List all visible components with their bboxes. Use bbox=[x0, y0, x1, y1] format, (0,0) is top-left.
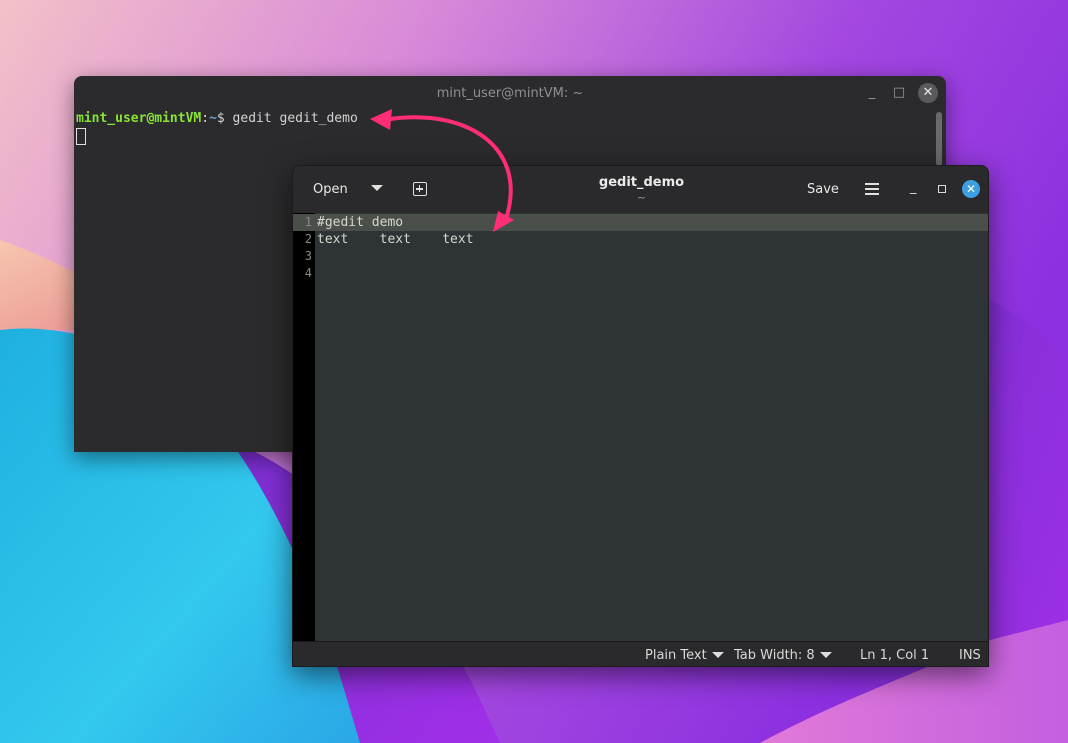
terminal-title: mint_user@mintVM: ~ bbox=[436, 86, 584, 101]
insert-mode[interactable]: INS bbox=[959, 648, 981, 663]
save-button[interactable]: Save bbox=[801, 176, 845, 203]
gedit-window[interactable]: Open gedit_demo ~ Save _ ✕ 1 #gedit demo… bbox=[292, 165, 989, 667]
chevron-down-icon bbox=[819, 651, 832, 658]
chevron-down-icon bbox=[711, 651, 724, 658]
minimize-icon[interactable]: _ bbox=[910, 180, 917, 195]
line-number: 1 bbox=[304, 215, 312, 229]
terminal-scrollbar[interactable] bbox=[936, 112, 942, 166]
line-number: 2 bbox=[304, 232, 312, 246]
editor-line[interactable]: 1 #gedit demo bbox=[293, 214, 988, 231]
prompt-symbol: $ bbox=[216, 111, 233, 126]
line-text: text text text bbox=[317, 232, 474, 247]
terminal-cursor bbox=[76, 128, 86, 145]
language-selector[interactable]: Plain Text bbox=[645, 648, 724, 663]
editor-line[interactable]: 2 text text text bbox=[293, 231, 988, 248]
terminal-output[interactable]: mint_user@mintVM:~$ gedit gedit_demo bbox=[76, 110, 358, 145]
document-path: ~ bbox=[636, 191, 647, 204]
line-number: 3 bbox=[304, 249, 312, 263]
editor-line[interactable]: 4 bbox=[293, 265, 988, 282]
line-number: 4 bbox=[304, 266, 312, 280]
terminal-titlebar[interactable]: mint_user@mintVM: ~ _ □ ✕ bbox=[74, 76, 946, 110]
status-bar: Plain Text Tab Width: 8 Ln 1, Col 1 INS bbox=[293, 641, 988, 666]
tab-width-label: Tab Width: 8 bbox=[734, 648, 815, 663]
terminal-command: gedit gedit_demo bbox=[232, 111, 358, 126]
document-title: gedit_demo bbox=[598, 175, 685, 190]
minimize-icon[interactable]: _ bbox=[864, 85, 880, 101]
cursor-position[interactable]: Ln 1, Col 1 bbox=[860, 648, 929, 663]
editor-line[interactable]: 3 bbox=[293, 248, 988, 265]
prompt-path: ~ bbox=[209, 111, 217, 126]
close-icon[interactable]: ✕ bbox=[918, 83, 938, 103]
close-icon[interactable]: ✕ bbox=[962, 180, 980, 198]
hamburger-menu-icon[interactable] bbox=[865, 183, 879, 195]
prompt-user: mint_user@mintVM bbox=[76, 111, 202, 126]
line-text: #gedit demo bbox=[317, 215, 404, 230]
prompt-separator: : bbox=[201, 111, 210, 126]
maximize-icon[interactable] bbox=[938, 185, 946, 193]
gedit-headerbar[interactable]: Open gedit_demo ~ Save _ ✕ bbox=[293, 166, 988, 214]
maximize-icon[interactable]: □ bbox=[891, 85, 907, 101]
language-label: Plain Text bbox=[645, 648, 707, 663]
tab-width-selector[interactable]: Tab Width: 8 bbox=[734, 648, 832, 663]
